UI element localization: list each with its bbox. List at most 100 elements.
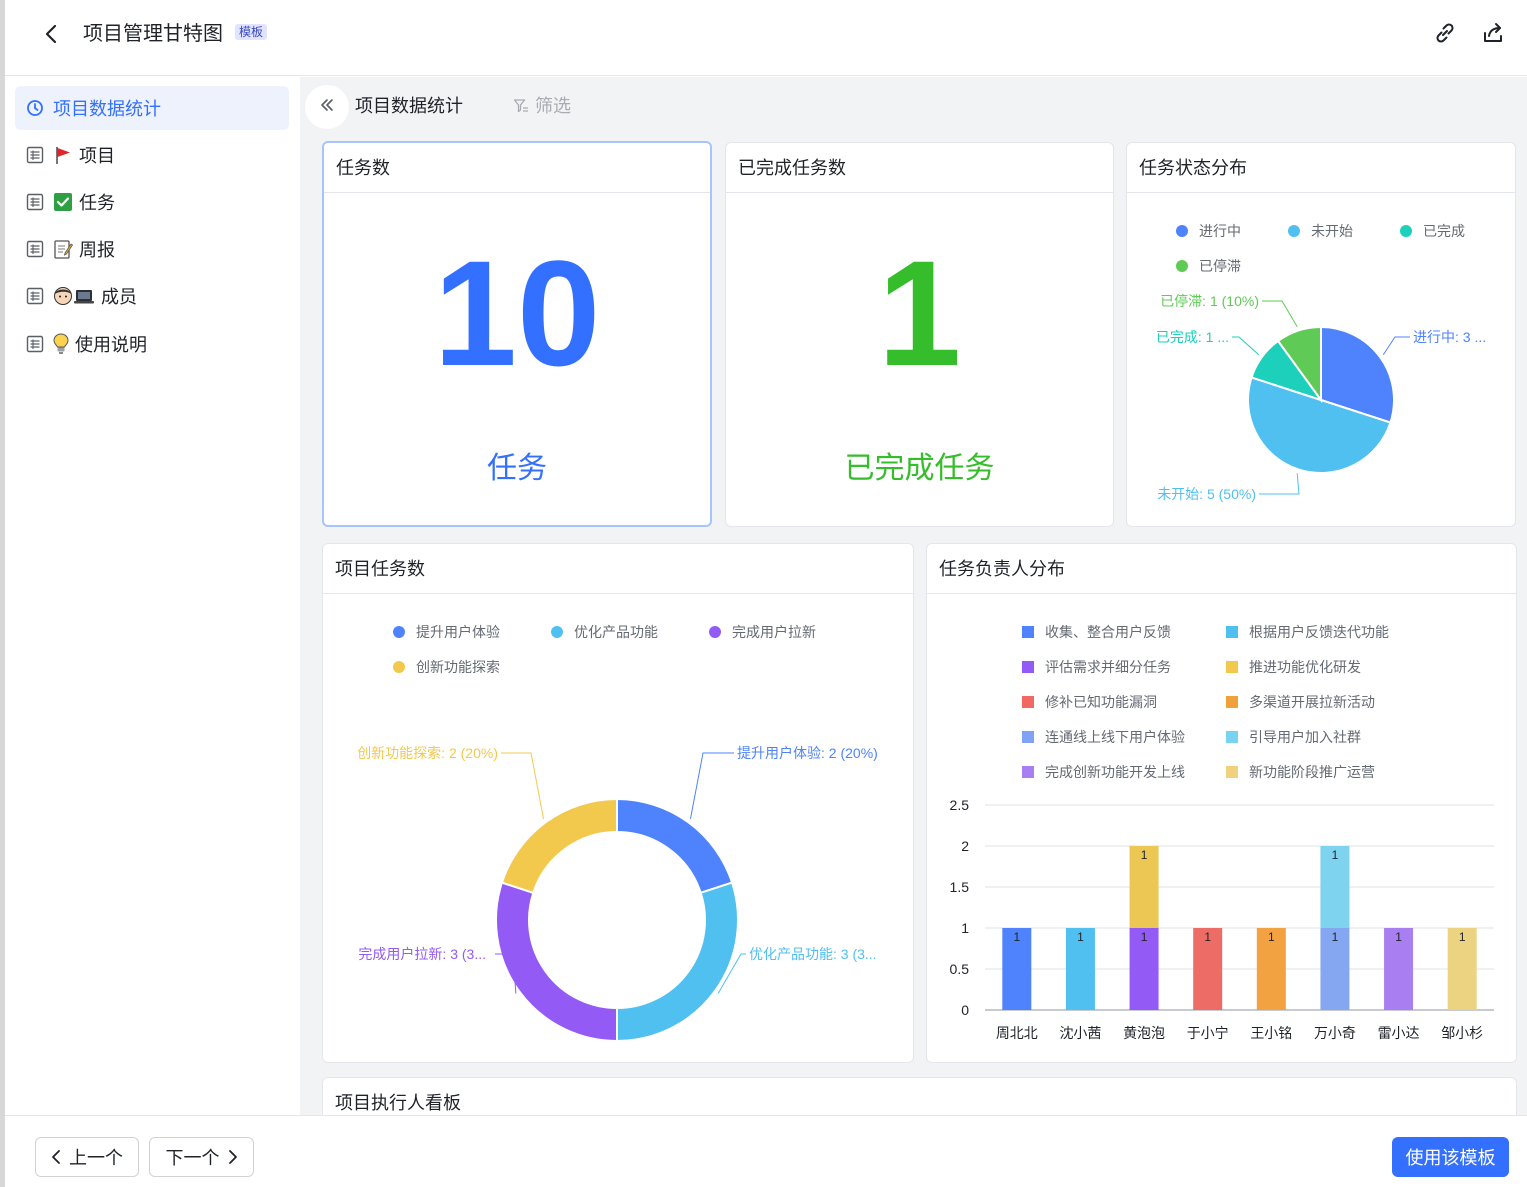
technologist-icon <box>53 286 95 306</box>
bar-value-label: 1 <box>1332 930 1339 944</box>
footer-bar: 上一个 下一个 使用该模板 <box>5 1115 1527 1187</box>
legend-label: 多渠道开展拉新活动 <box>1249 694 1375 710</box>
x-tick-label: 于小宁 <box>1187 1025 1229 1041</box>
pie-leader-line <box>501 752 545 819</box>
legend-label: 新功能阶段推广运营 <box>1249 764 1375 780</box>
card-title: 项目执行人看板 <box>323 1078 1516 1115</box>
flag-icon <box>53 145 73 165</box>
sidebar-item-projects[interactable]: 项目 <box>15 133 289 177</box>
bar-value-label: 1 <box>1077 930 1084 944</box>
legend-marker <box>1226 661 1238 673</box>
sidebar-item-label: 项目数据统计 <box>53 99 161 119</box>
status-distribution-card[interactable]: 任务状态分布 进行中 未开始 已完成 已停滞 进行中: 3 ... 未开始: 5 (50%… <box>1126 142 1516 527</box>
x-tick-label: 邹小杉 <box>1441 1025 1483 1041</box>
legend-marker <box>1022 766 1034 778</box>
assignee-distribution-card[interactable]: 任务负责人分布 收集、整合用户反馈 根据用户反馈迭代功能评估需求并细分任务 推进功能… <box>926 543 1517 1063</box>
memo-icon <box>53 239 73 259</box>
double-chevron-left-icon <box>318 96 336 119</box>
legend-marker <box>709 626 721 638</box>
link-icon[interactable] <box>1432 20 1458 46</box>
use-template-button[interactable]: 使用该模板 <box>1392 1137 1509 1177</box>
legend-marker <box>1226 766 1238 778</box>
legend-label: 未开始 <box>1311 223 1353 239</box>
light-bulb-icon <box>53 333 69 355</box>
status-pie-chart: 进行中 未开始 已完成已停滞进行中: 3 ... 未开始: 5 (50%) 已完成: 1… <box>1156 223 1486 502</box>
pie-leader-line <box>1262 300 1298 328</box>
done-count-subtitle: 已完成任务 <box>844 452 995 485</box>
table-icon <box>25 286 45 306</box>
table-icon <box>25 239 45 259</box>
legend-label: 提升用户体验 <box>416 624 500 640</box>
share-icon[interactable] <box>1480 20 1506 46</box>
check-box-icon <box>53 192 73 212</box>
table-icon <box>25 334 45 354</box>
task-count-card[interactable]: 任务数 10 任务 <box>322 141 712 527</box>
pie-slice-label: 未开始: 5 (50%) <box>1157 486 1256 502</box>
card-title: 任务负责人分布 <box>927 544 1516 594</box>
page-title: 项目管理甘特图 <box>83 23 223 45</box>
pie-slice-label: 优化产品功能: 3 (3... <box>749 946 877 962</box>
pie-slice-label: 创新功能探索: 2 (20%) <box>357 745 498 761</box>
card-title: 已完成任务数 <box>726 143 1113 193</box>
legend-marker <box>1226 626 1238 638</box>
legend-marker <box>1400 225 1412 237</box>
chevron-right-icon <box>228 1149 238 1165</box>
back-arrow-icon[interactable] <box>39 20 63 48</box>
legend-label: 已完成 <box>1423 223 1465 239</box>
done-count-card[interactable]: 已完成任务数 1 已完成任务 <box>725 142 1114 527</box>
legend-marker <box>1022 731 1034 743</box>
sidebar-item-instructions[interactable]: 使用说明 <box>15 322 289 366</box>
bar-value-label: 1 <box>1141 848 1148 862</box>
filter-button[interactable]: 筛选 <box>513 93 571 119</box>
collapse-sidebar-button[interactable] <box>305 85 349 129</box>
x-tick-label: 沈小茜 <box>1059 1025 1101 1041</box>
legend-label: 完成用户拉新 <box>732 624 816 640</box>
legend-label: 完成创新功能开发上线 <box>1045 764 1185 780</box>
bar-value-label: 1 <box>1013 930 1020 944</box>
x-tick-label: 万小奇 <box>1314 1025 1356 1041</box>
legend-label: 评估需求并细分任务 <box>1045 659 1171 675</box>
executor-board-card[interactable]: 项目执行人看板 <box>322 1077 1517 1115</box>
sidebar-item-dashboard[interactable]: 项目数据统计 <box>15 86 289 130</box>
filter-icon <box>513 98 529 114</box>
pie-slice <box>616 797 734 895</box>
legend-label: 根据用户反馈迭代功能 <box>1249 624 1389 640</box>
pie-slice <box>616 881 739 1043</box>
dashboard-title: 项目数据统计 <box>355 96 463 116</box>
x-tick-label: 雷小达 <box>1378 1025 1420 1041</box>
sidebar-item-members[interactable]: 成员 <box>15 274 289 318</box>
x-tick-label: 周北北 <box>996 1025 1038 1041</box>
legend-label: 引导用户加入社群 <box>1249 729 1361 745</box>
y-tick-label: 1.5 <box>950 879 970 895</box>
next-label: 下一个 <box>165 1148 220 1168</box>
legend-marker <box>1022 661 1034 673</box>
task-count-subtitle: 任务 <box>487 452 547 485</box>
pie-leader-line <box>1382 336 1410 356</box>
prev-label: 上一个 <box>69 1148 123 1168</box>
y-tick-label: 0 <box>961 1002 969 1018</box>
pie-slice <box>500 797 618 895</box>
legend-marker <box>1022 626 1034 638</box>
legend-label: 已停滞 <box>1199 258 1241 274</box>
legend-marker <box>1226 731 1238 743</box>
sidebar-item-tasks[interactable]: 任务 <box>15 180 289 224</box>
top-header: 项目管理甘特图 模板 <box>5 0 1527 76</box>
legend-marker <box>1226 696 1238 708</box>
x-tick-label: 王小铭 <box>1250 1025 1292 1041</box>
sidebar-item-label: 项目 <box>79 146 115 166</box>
project-donut-chart: 提升用户体验 优化产品功能 完成用户拉新创新功能探索提升用户体验: 2 (20%) 优… <box>357 624 878 1043</box>
pie-slice-label: 已完成: 1 ... <box>1156 329 1229 345</box>
sidebar-item-label: 成员 <box>101 287 137 307</box>
prev-button[interactable]: 上一个 <box>35 1137 139 1177</box>
legend-label: 进行中 <box>1199 223 1241 239</box>
legend-label: 推进功能优化研发 <box>1249 659 1361 675</box>
legend-label: 收集、整合用户反馈 <box>1045 624 1171 640</box>
project-tasks-card[interactable]: 项目任务数 提升用户体验 优化产品功能 完成用户拉新 创新功能探索 提升用户体验: 2 … <box>322 543 914 1063</box>
legend-marker <box>1288 225 1300 237</box>
legend-marker <box>1176 225 1188 237</box>
sidebar: 项目数据统计 项目 任务 周报 成员 使用说明 <box>5 77 300 1115</box>
next-button[interactable]: 下一个 <box>149 1137 254 1177</box>
table-icon <box>25 192 45 212</box>
pie-leader-line <box>689 752 734 819</box>
sidebar-item-weekly[interactable]: 周报 <box>15 227 289 271</box>
